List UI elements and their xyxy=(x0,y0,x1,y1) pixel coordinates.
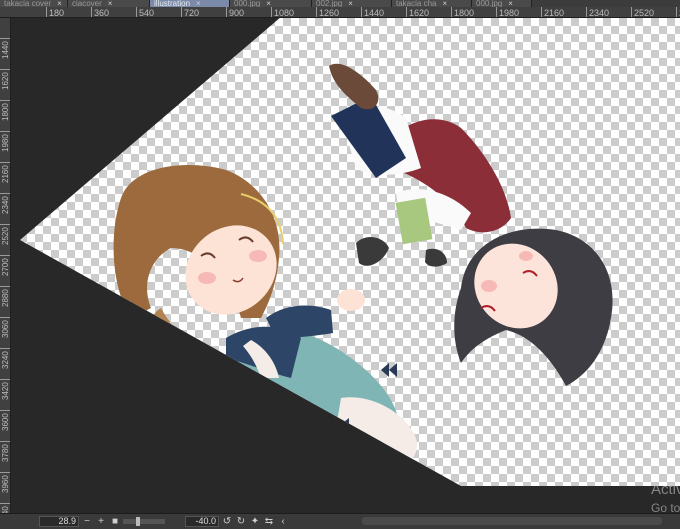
watermark-line-1: Activa xyxy=(651,481,680,498)
ruler-tick-label: 180 xyxy=(46,7,64,17)
close-icon[interactable]: × xyxy=(266,0,271,7)
ruler-tick: 2340 xyxy=(0,193,10,224)
status-spacer xyxy=(3,516,39,527)
ruler-tick: 3600 xyxy=(0,410,10,441)
ruler-tick-label: 540 xyxy=(136,7,154,17)
rotate-right-icon[interactable]: ↻ xyxy=(235,516,247,527)
document-tab[interactable]: 000.jpg × xyxy=(472,0,532,7)
zoom-slider[interactable] xyxy=(123,517,165,526)
close-icon[interactable]: × xyxy=(57,0,62,7)
plus-icon[interactable]: + xyxy=(95,516,107,527)
ruler-tick-label: 900 xyxy=(226,7,244,17)
ruler-tick: 3780 xyxy=(0,441,10,472)
ruler-tick: 3960 xyxy=(0,472,10,503)
tab-label: 000.jpg xyxy=(476,0,503,7)
ruler-tick: 2160 xyxy=(0,162,10,193)
ruler-tick-label: 2520 xyxy=(1,227,10,245)
ruler-tick-label: 2340 xyxy=(1,196,10,214)
ruler-tick: 1620 xyxy=(0,69,10,100)
fit-screen-icon[interactable]: ■ xyxy=(109,516,121,527)
tab-label: 000.jpg xyxy=(234,0,261,7)
ruler-tick: 3240 xyxy=(0,348,10,379)
ruler-tick-label: 4140 xyxy=(1,506,10,513)
ruler-tick-label: 2880 xyxy=(1,289,10,307)
chevron-left-icon[interactable]: ‹ xyxy=(277,516,289,527)
close-icon[interactable]: × xyxy=(442,0,447,7)
tab-label: illustration xyxy=(154,0,191,7)
ruler-tick-label: 1440 xyxy=(1,41,10,59)
tab-label: 002.jpg xyxy=(316,0,343,7)
ruler-tick-label: 3420 xyxy=(1,382,10,400)
ruler-tick-label: 720 xyxy=(181,7,199,17)
canvas-workspace[interactable]: Activa Go to xyxy=(11,18,680,513)
horizontal-scrollbar[interactable] xyxy=(362,517,662,525)
ruler-tick: 4140 xyxy=(0,503,10,513)
ruler-tick: 2520 xyxy=(0,224,10,255)
document-tab[interactable]: takacia cover × xyxy=(0,0,68,7)
horizontal-ruler: 180 360 540 720 900 1080 1260 1440 1620 1800 1980 2… xyxy=(0,7,680,18)
ruler-tick-label: 3600 xyxy=(1,413,10,431)
close-icon[interactable]: × xyxy=(196,0,201,7)
ruler-tick-label: 1080 xyxy=(271,7,294,17)
ruler-tick: 2880 xyxy=(0,286,10,317)
navigator-status-bar: 28.9 − + ■ -40.0 ↺ ↻ ✦ ⇆ ‹ xyxy=(0,513,680,529)
ruler-tick-label: 1980 xyxy=(496,7,519,17)
reset-rotation-icon[interactable]: ✦ xyxy=(249,516,261,527)
ruler-tick-label: 2700 xyxy=(676,7,680,17)
ruler-tick-label: 1620 xyxy=(406,7,429,17)
ruler-tick-label: 1980 xyxy=(1,134,10,152)
tab-label: takacia cha xyxy=(396,0,437,7)
rotation-field[interactable]: -40.0 xyxy=(185,516,219,527)
rotate-left-icon[interactable]: ↺ xyxy=(221,516,233,527)
zoom-slider-knob[interactable] xyxy=(136,517,140,526)
document-tab[interactable]: 002.jpg × xyxy=(312,0,392,7)
ruler-tick-label: 3780 xyxy=(1,444,10,462)
ruler-tick-label: 1440 xyxy=(361,7,384,17)
ruler-tick: 3420 xyxy=(0,379,10,410)
close-icon[interactable]: × xyxy=(348,0,353,7)
ruler-tick-label: 3240 xyxy=(1,351,10,369)
ruler-tick: 1800 xyxy=(0,100,10,131)
close-icon[interactable]: × xyxy=(108,0,113,7)
ruler-tick-label: 3060 xyxy=(1,320,10,338)
document-tab[interactable]: illustration × xyxy=(150,0,230,7)
minus-icon[interactable]: − xyxy=(81,516,93,527)
document-tab[interactable]: 000.jpg × xyxy=(230,0,312,7)
ruler-tick: 3060 xyxy=(0,317,10,348)
document-tab[interactable]: ciacover × xyxy=(68,0,150,7)
ruler-tick-label: 1800 xyxy=(1,103,10,121)
ruler-tick-label: 1260 xyxy=(316,7,339,17)
watermark-line-2: Go to xyxy=(651,501,680,513)
ruler-tick-label: 2160 xyxy=(541,7,564,17)
ruler-tick: 2700 xyxy=(0,255,10,286)
ruler-tick: 1980 xyxy=(0,131,10,162)
vertical-ruler: 1440 1620 1800 1980 2160 2340 2520 2700 2880 3060… xyxy=(0,18,11,513)
ruler-tick-label: 360 xyxy=(91,7,109,17)
ruler-tick-label: 2160 xyxy=(1,165,10,183)
document-tab[interactable]: takacia cha × xyxy=(392,0,472,7)
flip-icon[interactable]: ⇆ xyxy=(263,516,275,527)
tab-label: ciacover xyxy=(72,0,102,7)
windows-activation-watermark: Activa Go to xyxy=(651,481,680,513)
close-icon[interactable]: × xyxy=(508,0,513,7)
ruler-tick-label: 3960 xyxy=(1,475,10,493)
ruler-tick: 1440 xyxy=(0,38,10,69)
document-tab-bar: takacia cover × ciacover × illustration × 000.… xyxy=(0,0,680,7)
tab-label: takacia cover xyxy=(4,0,52,7)
ruler-tick-label: 2700 xyxy=(1,258,10,276)
ruler-tick-label: 1800 xyxy=(451,7,474,17)
zoom-field[interactable]: 28.9 xyxy=(39,516,79,527)
illustration-canvas[interactable] xyxy=(11,18,680,513)
ruler-tick-label: 1620 xyxy=(1,72,10,90)
ruler-tick-label: 2520 xyxy=(631,7,654,17)
ruler-tick-label: 2340 xyxy=(586,7,609,17)
